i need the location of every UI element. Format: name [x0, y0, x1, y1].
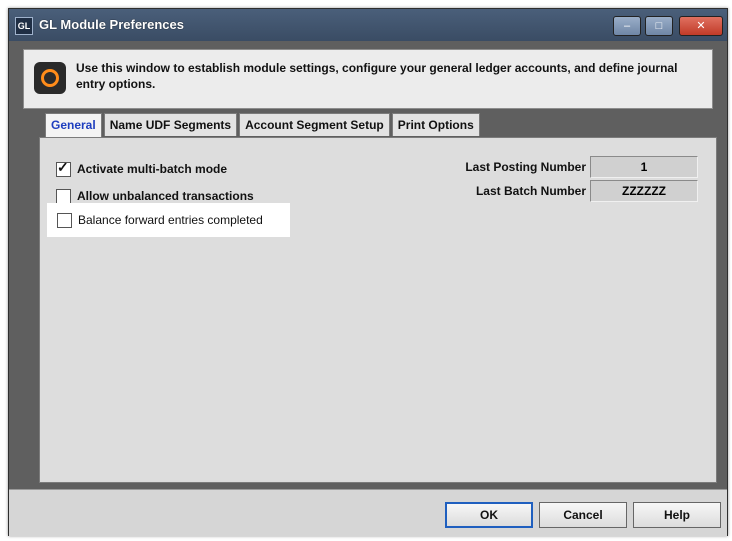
gear-icon — [34, 62, 66, 94]
title-bar[interactable]: GL GL Module Preferences – □ ✕ — [9, 9, 727, 41]
tab-bar: General Name UDF Segments Account Segmen… — [45, 113, 480, 138]
tab-name-udf-segments[interactable]: Name UDF Segments — [103, 113, 238, 136]
info-banner: Use this window to establish module sett… — [23, 49, 713, 109]
multi-batch-checkbox[interactable]: ✓ — [56, 158, 71, 177]
tab-general[interactable]: General — [45, 113, 102, 138]
last-batch-number-field[interactable]: ZZZZZZ — [590, 180, 698, 202]
balance-forward-highlight: Balance forward entries completed — [47, 203, 290, 237]
checkmark-icon: ✓ — [57, 158, 69, 175]
button-bar: OK Cancel Help — [9, 489, 727, 536]
minimize-button[interactable]: – — [613, 16, 641, 36]
unbalanced-label: Allow unbalanced transactions — [77, 189, 254, 203]
balance-forward-checkbox-row[interactable]: Balance forward entries completed — [57, 211, 263, 229]
last-posting-number-label: Last Posting Number — [465, 160, 586, 174]
close-button[interactable]: ✕ — [679, 16, 723, 36]
ok-button[interactable]: OK — [445, 502, 533, 528]
tab-print-options[interactable]: Print Options — [391, 113, 480, 136]
gl-preferences-window: GL GL Module Preferences – □ ✕ Use this … — [8, 8, 728, 536]
unbalanced-checkbox[interactable] — [56, 188, 71, 204]
cancel-button[interactable]: Cancel — [539, 502, 627, 528]
balance-forward-label: Balance forward entries completed — [78, 213, 263, 227]
last-batch-number-label: Last Batch Number — [475, 184, 586, 198]
last-posting-number-field[interactable]: 1 — [590, 156, 698, 178]
info-text: Use this window to establish module sett… — [76, 61, 678, 91]
gl-app-icon: GL — [15, 17, 33, 35]
maximize-button[interactable]: □ — [645, 16, 673, 36]
help-button[interactable]: Help — [633, 502, 721, 528]
window-title: GL Module Preferences — [39, 17, 184, 32]
multi-batch-checkbox-row[interactable]: ✓ Activate multi-batch mode — [56, 158, 228, 178]
balance-forward-checkbox[interactable] — [57, 212, 72, 228]
general-tab-panel: ✓ Activate multi-batch mode Allow unbala… — [39, 137, 717, 483]
multi-batch-label: Activate multi-batch mode — [77, 162, 228, 176]
tab-account-segment-setup[interactable]: Account Segment Setup — [239, 113, 390, 136]
